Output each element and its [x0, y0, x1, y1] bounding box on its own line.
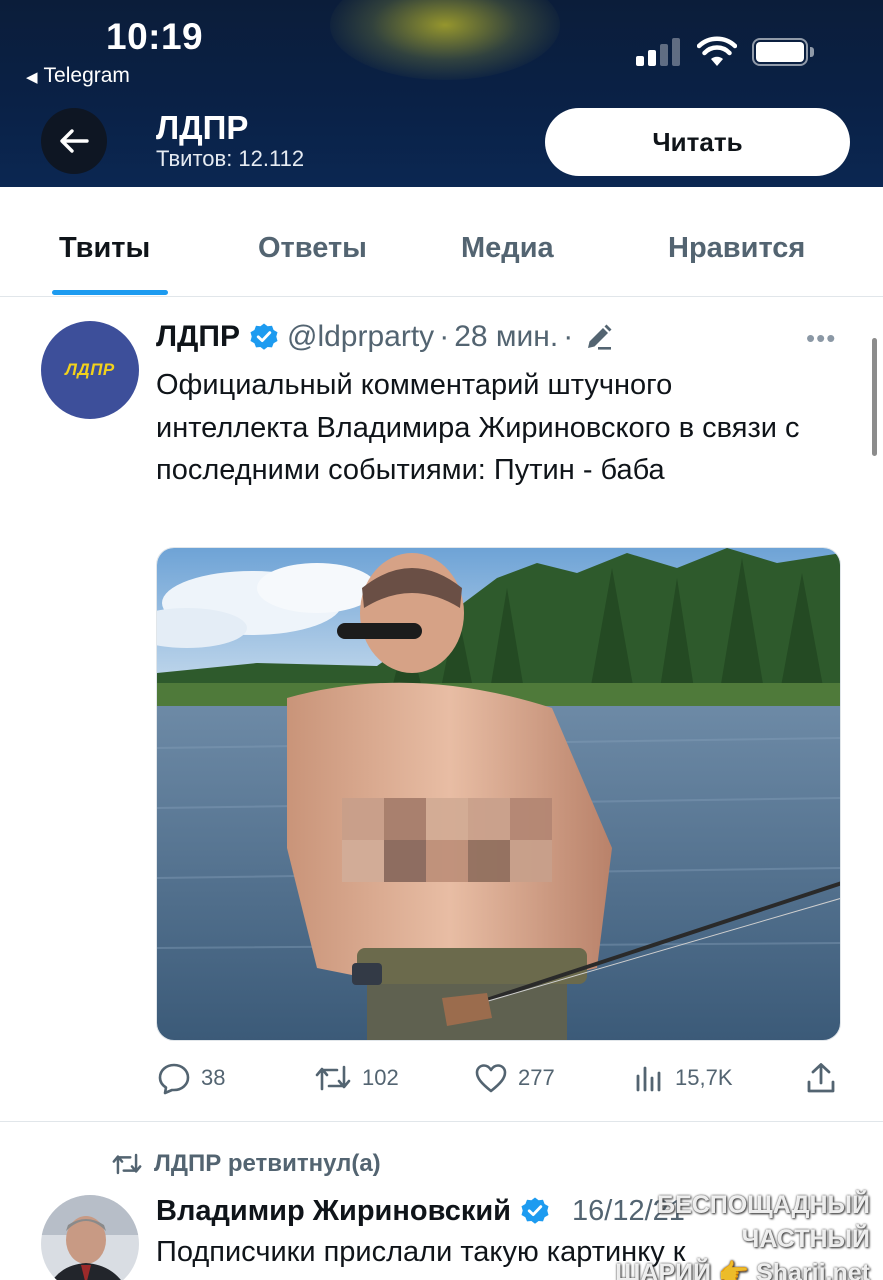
views-count: 15,7K — [675, 1065, 733, 1090]
reply-button[interactable]: 38 — [157, 1058, 225, 1098]
arrow-left-icon — [60, 129, 89, 153]
watermark-line1: БЕСПОЩАДНЫЙ ЧАСТНЫЙ — [657, 1191, 870, 1253]
fishing-photo — [157, 548, 840, 1040]
profile-name: ЛДПР — [156, 109, 249, 146]
tweet-author[interactable]: ЛДПР — [156, 320, 240, 354]
back-triangle-icon: ◀ — [26, 69, 38, 86]
tweet-count: Твитов: 12.112 — [156, 146, 305, 171]
camera-blur — [330, 0, 560, 80]
back-app-label: Telegram — [43, 64, 130, 87]
tab-media[interactable]: Медиа — [461, 232, 554, 265]
avatar-text: ЛДПР — [65, 360, 115, 379]
separator-dot: · — [563, 320, 574, 353]
verified-badge-icon — [249, 322, 279, 352]
retweet-icon — [315, 1065, 351, 1091]
reply-count: 38 — [201, 1065, 226, 1090]
tweet-handle[interactable]: @ldprparty — [287, 320, 434, 354]
active-tab-indicator — [52, 290, 168, 295]
views-button[interactable]: 15,7K — [633, 1058, 733, 1098]
like-button[interactable]: 277 — [474, 1058, 555, 1098]
wifi-icon — [697, 36, 737, 66]
watermark-line2: ШАРИЙ 👉 Sharij.net — [615, 1259, 870, 1280]
more-options-icon[interactable]: ••• — [806, 323, 836, 354]
views-chart-icon — [636, 1066, 661, 1092]
retweet-button[interactable]: 102 — [314, 1058, 399, 1098]
profile-header: 10:19 ◀ Telegram ЛДПР Твитов: 12.112 Чита… — [0, 0, 883, 187]
tab-replies[interactable]: Ответы — [258, 232, 367, 265]
avatar[interactable]: ЛДПР — [41, 321, 139, 419]
tab-likes[interactable]: Нравится — [668, 232, 805, 265]
tweet-author[interactable]: Владимир Жириновский — [156, 1195, 511, 1228]
follow-button[interactable]: Читать — [545, 108, 850, 176]
tab-tweets[interactable]: Твиты — [59, 232, 150, 265]
tweet-text: Официальный комментарий штучного интелле… — [156, 369, 800, 486]
retweeted-by[interactable]: ЛДПР ретвитнул(а) — [110, 1150, 381, 1178]
edited-pencil-icon[interactable] — [584, 322, 614, 352]
retweet-count: 102 — [362, 1065, 399, 1090]
profile-tabs: Твиты Ответы Медиа Нравится — [0, 187, 883, 297]
verified-badge-icon — [520, 1196, 550, 1226]
share-icon — [807, 1063, 835, 1093]
scrollbar[interactable] — [872, 338, 877, 456]
avatar[interactable] — [41, 1195, 139, 1280]
share-button[interactable] — [804, 1058, 838, 1098]
retweet-icon — [112, 1153, 142, 1175]
back-to-telegram-link[interactable]: ◀ Telegram — [26, 64, 130, 88]
heart-icon — [475, 1064, 507, 1093]
back-button[interactable] — [41, 108, 107, 174]
tweet-header: ЛДПР @ldprparty · 28 мин. · — [156, 317, 614, 357]
tweet-photo[interactable] — [156, 547, 841, 1041]
like-count: 277 — [518, 1065, 555, 1090]
reply-icon — [158, 1063, 190, 1095]
cellular-signal-icon — [636, 38, 682, 66]
avatar-photo — [41, 1195, 139, 1280]
battery-icon — [752, 38, 814, 66]
retweeted-by-label: ЛДПР ретвитнул(а) — [154, 1150, 381, 1177]
tweet-time[interactable]: 28 мин. — [454, 320, 558, 354]
watermark: БЕСПОЩАДНЫЙ ЧАСТНЫЙ ШАРИЙ 👉 Sharij.net — [560, 1188, 870, 1280]
status-time: 10:19 — [106, 16, 204, 57]
tweet-actions: 38 102 277 15,7K — [0, 1058, 883, 1098]
separator-dot: · — [439, 320, 450, 353]
tweet-divider — [0, 1121, 883, 1122]
